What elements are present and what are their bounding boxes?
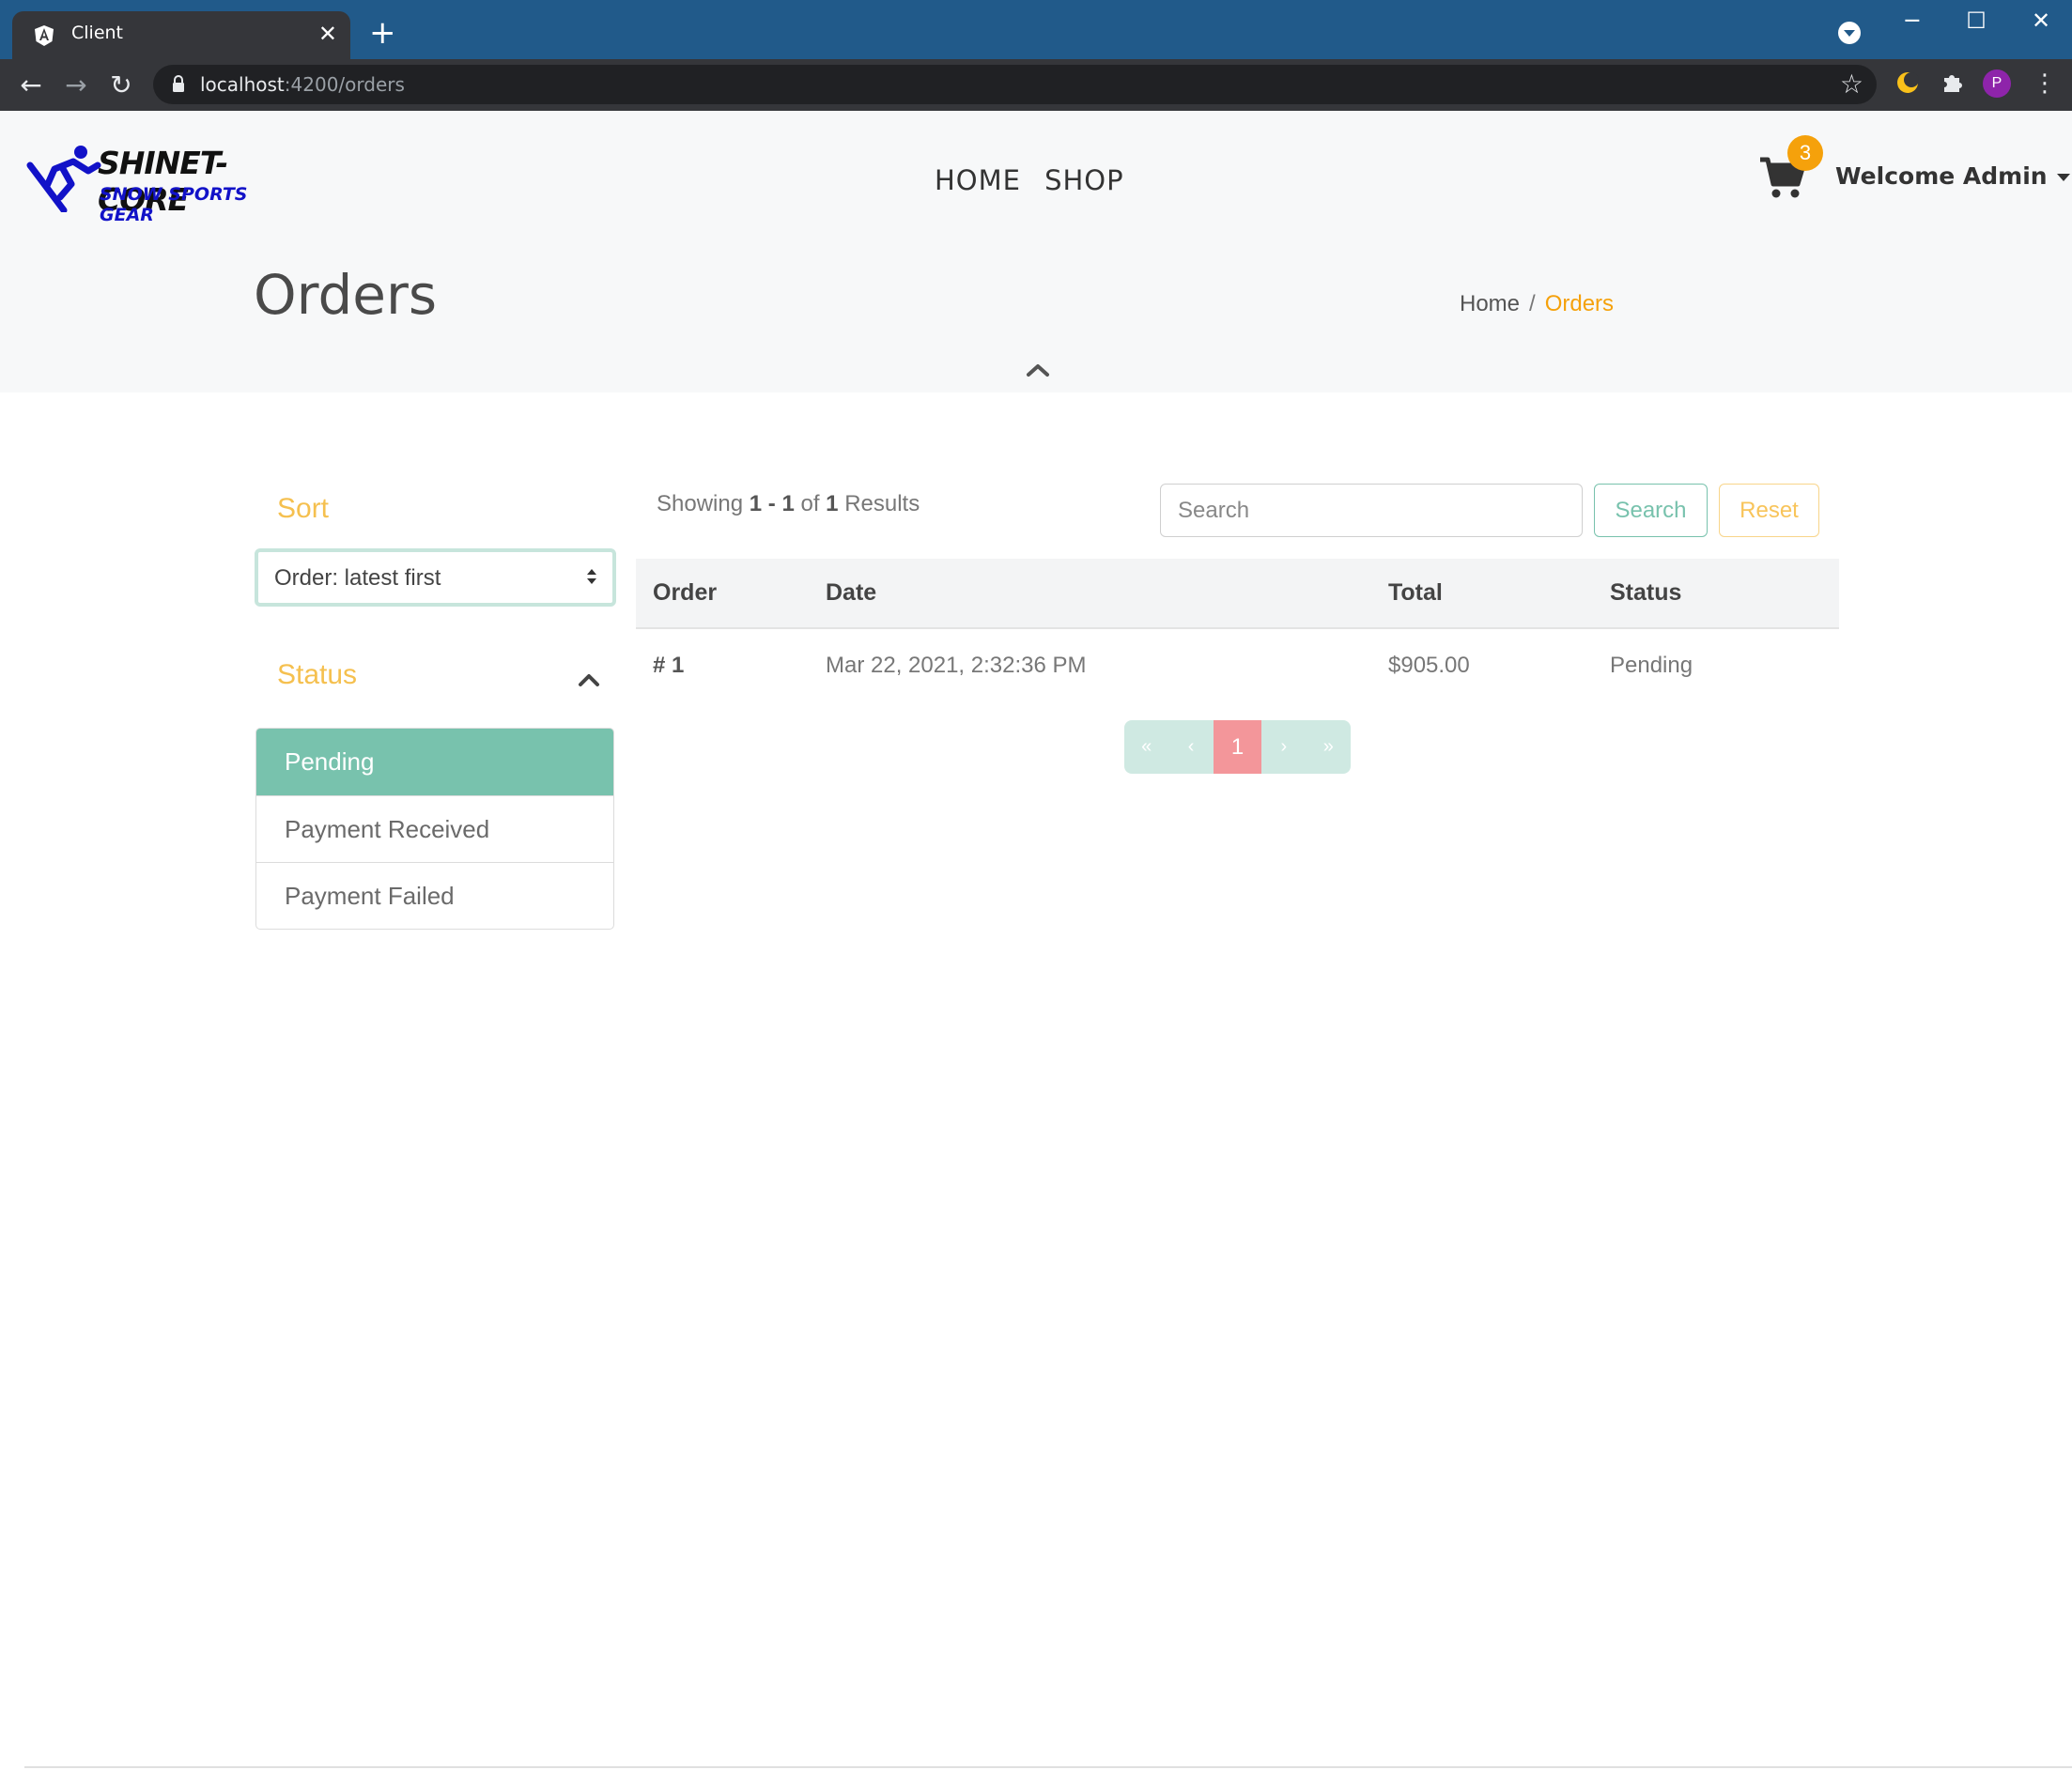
nav-shop[interactable]: SHOP xyxy=(1044,164,1124,196)
chevron-up-icon[interactable] xyxy=(1026,362,1050,377)
page-current-button[interactable]: 1 xyxy=(1213,720,1262,774)
logo[interactable]: SHINET-CORE SNOW SPORTS GEAR xyxy=(26,145,271,229)
status-heading: Status xyxy=(277,659,358,690)
url-path: :4200/orders xyxy=(284,73,405,96)
browser-tab-bar: Client ✕ + ─ ☐ ✕ xyxy=(0,0,2072,59)
star-icon[interactable]: ☆ xyxy=(1840,69,1863,100)
main-nav: HOME SHOP xyxy=(935,164,1143,196)
angular-icon xyxy=(35,25,54,46)
results-from: 1 xyxy=(749,491,763,516)
minimize-button[interactable]: ─ xyxy=(1894,6,1931,36)
snowboarder-icon xyxy=(26,146,101,212)
maximize-button[interactable]: ☐ xyxy=(1957,6,1995,36)
plus-icon[interactable]: + xyxy=(369,17,396,49)
tab-title: Client xyxy=(71,23,124,43)
results-total: 1 xyxy=(826,491,839,516)
breadcrumb-home[interactable]: Home xyxy=(1460,291,1520,316)
pagination: « ‹ 1 › » xyxy=(1124,720,1351,774)
order-total-cell: $905.00 xyxy=(1388,652,1470,678)
moon-extension-icon[interactable] xyxy=(1894,69,1921,96)
results-dash: - xyxy=(767,491,776,516)
page-title: Orders xyxy=(254,263,438,327)
results-summary: Showing 1 - 1 of 1 Results xyxy=(657,491,920,517)
reload-icon[interactable]: ↻ xyxy=(104,69,138,102)
results-prefix: Showing xyxy=(657,491,744,516)
caret-down-icon xyxy=(2056,174,2070,181)
column-header-order: Order xyxy=(636,559,826,629)
sort-heading: Sort xyxy=(277,493,330,524)
user-menu[interactable]: Welcome Admin xyxy=(1835,162,2070,190)
browser-tab[interactable]: Client ✕ xyxy=(12,11,350,59)
page-next-button[interactable]: › xyxy=(1261,720,1306,774)
orders-table: Order Date Total Status # 1 Mar 22, 2021… xyxy=(636,559,1839,701)
column-header-date: Date xyxy=(826,559,1388,629)
status-item-payment-received[interactable]: Payment Received xyxy=(256,795,613,862)
results-suffix: Results xyxy=(844,491,920,516)
order-status-cell: Pending xyxy=(1610,652,1693,678)
puzzle-icon[interactable] xyxy=(1940,69,1966,96)
tab-search-icon[interactable] xyxy=(1838,22,1861,44)
welcome-text: Welcome Admin xyxy=(1835,162,2048,190)
url-text: localhost:4200/orders xyxy=(200,73,405,96)
search-button[interactable]: Search xyxy=(1594,484,1708,537)
forward-arrow-icon[interactable]: → xyxy=(59,69,93,102)
results-to: 1 xyxy=(781,491,795,516)
chevron-up-icon[interactable] xyxy=(578,672,600,687)
footer-divider xyxy=(24,1766,2072,1768)
status-item-pending[interactable]: Pending xyxy=(256,729,613,795)
sort-select[interactable]: Order: latest first xyxy=(255,548,616,607)
search-input[interactable] xyxy=(1160,484,1583,537)
table-header-row: Order Date Total Status xyxy=(636,559,1839,629)
table-row[interactable]: # 1 Mar 22, 2021, 2:32:36 PM $905.00 Pen… xyxy=(636,628,1839,701)
order-number-cell: # 1 xyxy=(653,652,685,678)
column-header-status: Status xyxy=(1610,559,1839,629)
breadcrumb: Home / Orders xyxy=(1460,291,1614,317)
browser-toolbar: ← → ↻ localhost:4200/orders ☆ xyxy=(0,59,2072,111)
breadcrumb-current: Orders xyxy=(1544,291,1615,316)
logo-subtitle: SNOW SPORTS GEAR xyxy=(100,184,248,225)
back-arrow-icon[interactable]: ← xyxy=(14,69,48,102)
profile-avatar[interactable]: P xyxy=(1983,69,2011,98)
window-close-button[interactable]: ✕ xyxy=(2022,6,2060,36)
order-date-cell: Mar 22, 2021, 2:32:36 PM xyxy=(826,652,1087,678)
nav-home[interactable]: HOME xyxy=(935,164,1021,196)
url-host: localhost xyxy=(200,73,285,96)
status-item-payment-failed[interactable]: Payment Failed xyxy=(256,862,613,929)
app-header: SHINET-CORE SNOW SPORTS GEAR HOME SHOP 3… xyxy=(0,111,2072,392)
cart-count-badge: 3 xyxy=(1787,135,1823,171)
page-prev-button[interactable]: ‹ xyxy=(1168,720,1213,774)
kebab-menu-icon[interactable]: ⋮ xyxy=(2033,69,2057,98)
results-of: of xyxy=(800,491,820,516)
status-filter-list: Pending Payment Received Payment Failed xyxy=(255,728,614,930)
address-bar[interactable]: localhost:4200/orders ☆ xyxy=(153,65,1877,104)
reset-button[interactable]: Reset xyxy=(1719,484,1819,537)
breadcrumb-separator: / xyxy=(1529,291,1536,316)
lock-icon xyxy=(173,75,184,92)
page-last-button[interactable]: » xyxy=(1307,720,1351,774)
close-icon[interactable]: ✕ xyxy=(318,21,337,47)
page-first-button[interactable]: « xyxy=(1124,720,1168,774)
sort-select-value: Order: latest first xyxy=(274,565,441,591)
sort-arrows-icon xyxy=(587,569,596,584)
column-header-total: Total xyxy=(1388,559,1610,629)
